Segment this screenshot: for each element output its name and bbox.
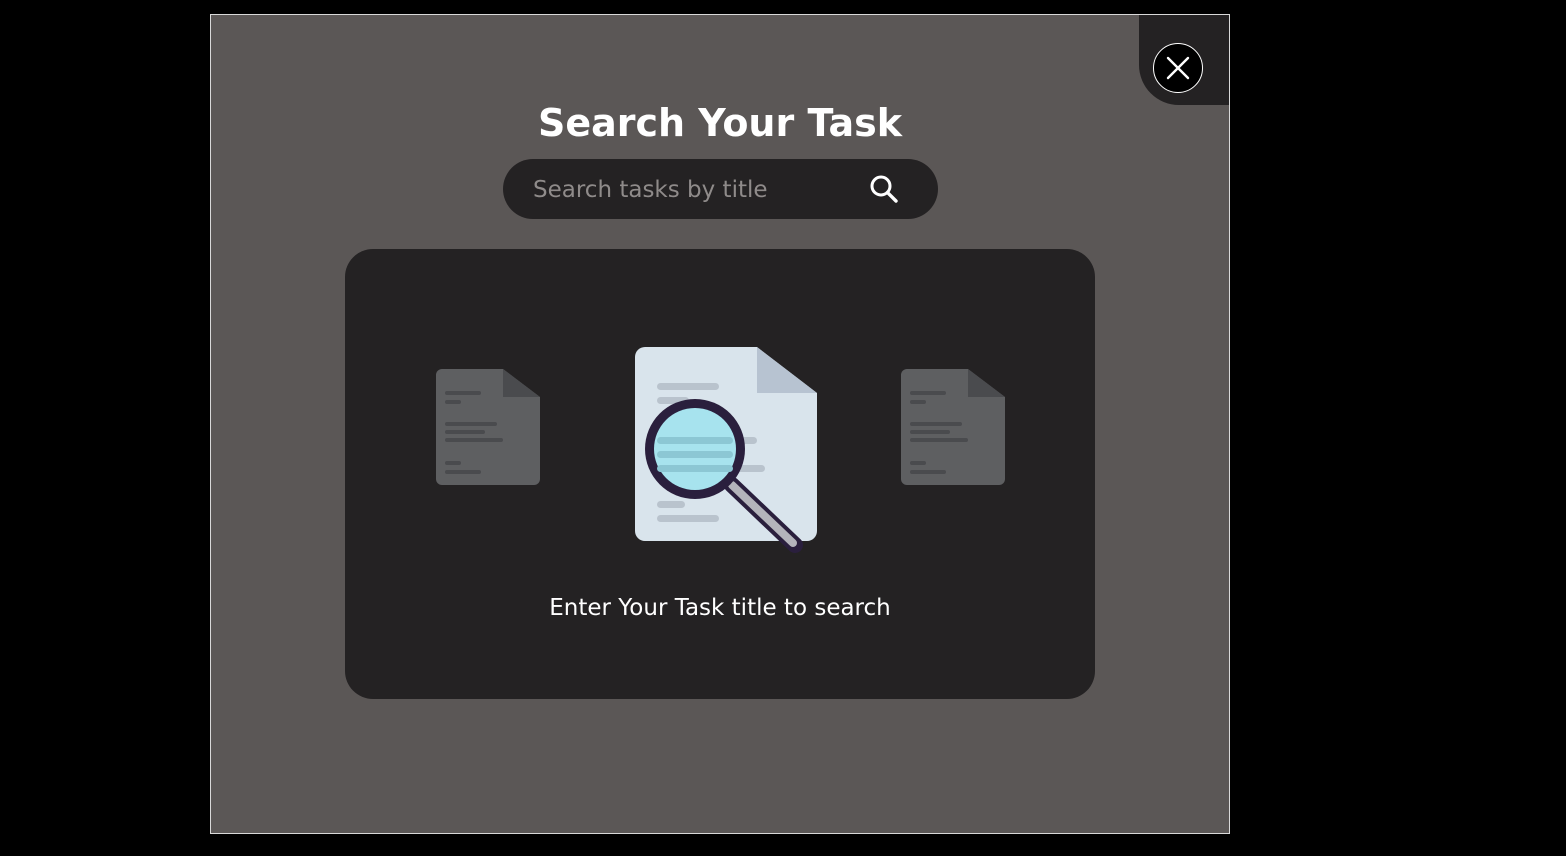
search-icon[interactable]: [868, 173, 900, 205]
modal-title: Search Your Task: [537, 101, 903, 145]
search-modal: Search Your Task Search tasks by title E…: [210, 14, 1230, 834]
close-tab: [1139, 15, 1229, 105]
close-icon: [1166, 56, 1190, 80]
document-search-icon: [635, 347, 817, 553]
search-bar: [503, 159, 938, 221]
document-icon: [901, 369, 1005, 485]
close-button[interactable]: [1153, 43, 1203, 93]
search-input[interactable]: [531, 159, 865, 221]
empty-state-message: Enter Your Task title to search: [549, 595, 891, 621]
empty-state-panel: Enter Your Task title to search: [345, 249, 1095, 699]
document-icon: [436, 369, 540, 485]
